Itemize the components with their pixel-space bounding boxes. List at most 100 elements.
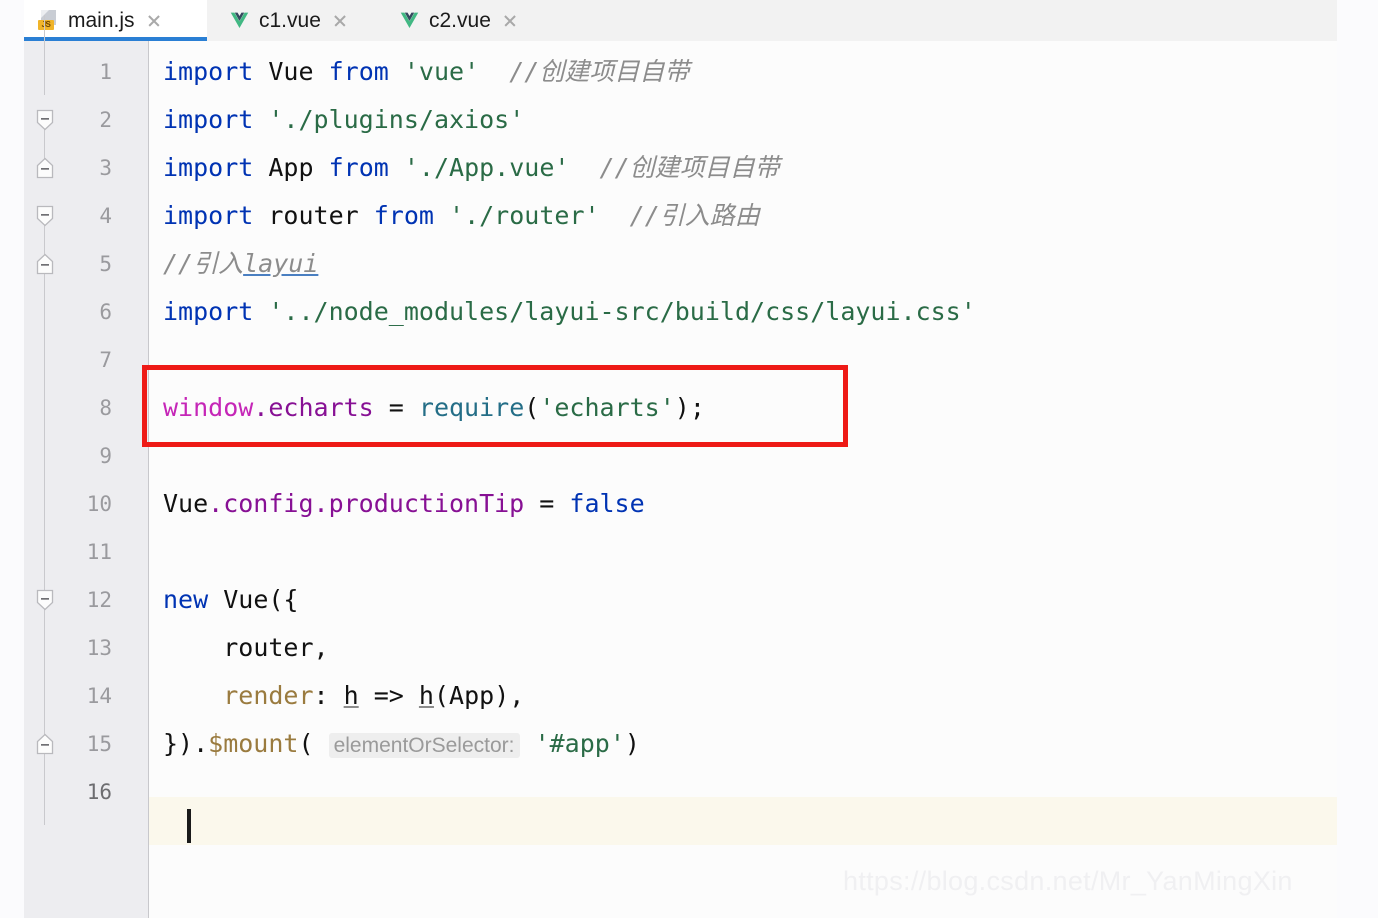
line-number: 11 bbox=[86, 540, 112, 564]
token-field: .echarts bbox=[253, 393, 374, 422]
line-number: 10 bbox=[86, 492, 112, 516]
fold-collapse-icon[interactable] bbox=[36, 205, 54, 227]
close-icon[interactable] bbox=[332, 13, 348, 29]
token-parameter: h bbox=[418, 681, 434, 710]
token-comment: //引入路由 bbox=[599, 201, 760, 230]
code-editor[interactable]: 1 2 3 4 5 6 7 8 9 10 11 12 13 14 15 16 i… bbox=[24, 15, 1337, 918]
token-comment: //创建项目自带 bbox=[569, 153, 780, 182]
code-line-5[interactable]: //引入layui bbox=[163, 240, 318, 288]
current-line-highlight bbox=[149, 797, 1337, 845]
token-identifier: router, bbox=[223, 633, 329, 662]
code-line-1[interactable]: import Vue from 'vue' //创建项目自带 bbox=[163, 48, 689, 96]
token-keyword: import bbox=[163, 105, 254, 134]
watermark-text: https://blog.csdn.net/Mr_YanMingXin bbox=[843, 866, 1293, 896]
parameter-hint: elementOrSelector: bbox=[328, 733, 520, 758]
tab-c2-vue[interactable]: c2.vue bbox=[385, 0, 555, 41]
token-keyword: import bbox=[163, 201, 254, 230]
token-keyword: from bbox=[373, 201, 434, 230]
token-field: .config.productionTip bbox=[208, 489, 525, 518]
tab-main-js[interactable]: JS main.js bbox=[24, 0, 207, 41]
editor-tab-bar: JS main.js c1.vue c2.vue bbox=[24, 0, 1337, 41]
token-operator: = bbox=[373, 393, 419, 422]
fold-expand-icon[interactable] bbox=[36, 157, 54, 179]
token-operator: = bbox=[524, 489, 570, 518]
code-line-3[interactable]: import App from './App.vue' //创建项目自带 bbox=[163, 144, 780, 192]
token-property: render bbox=[223, 681, 314, 710]
close-icon[interactable] bbox=[146, 13, 162, 29]
code-line-13[interactable]: router, bbox=[163, 624, 329, 672]
token-comment: //创建项目自带 bbox=[479, 57, 690, 86]
token-string: '#app' bbox=[534, 729, 625, 758]
token-function: require bbox=[418, 393, 525, 422]
token-punct: : bbox=[313, 681, 344, 710]
token-punct: ( bbox=[298, 729, 329, 758]
token-comment: //引入 bbox=[163, 249, 244, 278]
line-number: 1 bbox=[99, 60, 112, 84]
token-string: './router' bbox=[449, 201, 600, 230]
token-punct: (App), bbox=[433, 681, 525, 710]
token-global-object: window bbox=[163, 393, 254, 422]
code-line-4[interactable]: import router from './router' //引入路由 bbox=[163, 192, 760, 240]
line-number: 7 bbox=[99, 348, 112, 372]
tab-label: main.js bbox=[68, 8, 135, 32]
token-keyword: import bbox=[163, 153, 254, 182]
code-content-area[interactable]: import Vue from 'vue' //创建项目自带 import '.… bbox=[149, 41, 1337, 918]
token-identifier: Vue({ bbox=[223, 585, 299, 614]
token-string: 'vue' bbox=[403, 57, 480, 86]
token-identifier: Vue bbox=[268, 57, 314, 86]
token-string: '../node_modules/layui-src/build/css/lay… bbox=[268, 297, 976, 326]
token-parameter: h bbox=[343, 681, 359, 710]
token-punct: ) bbox=[624, 729, 640, 758]
js-file-icon: JS bbox=[38, 10, 59, 31]
token-keyword: import bbox=[163, 57, 254, 86]
token-method: $mount bbox=[208, 729, 299, 758]
token-keyword: import bbox=[163, 297, 254, 326]
token-keyword: false bbox=[569, 489, 645, 518]
token-comment-typo: layui bbox=[243, 249, 319, 278]
token-string: 'echarts' bbox=[539, 393, 675, 422]
token-punct: }). bbox=[163, 729, 209, 758]
tab-c1-vue[interactable]: c1.vue bbox=[215, 0, 385, 41]
code-line-2[interactable]: import './plugins/axios' bbox=[163, 96, 524, 144]
text-caret bbox=[187, 809, 191, 843]
code-line-12[interactable]: new Vue({ bbox=[163, 576, 298, 624]
fold-expand-icon[interactable] bbox=[36, 733, 54, 755]
line-number: 9 bbox=[99, 444, 112, 468]
line-number: 6 bbox=[99, 300, 112, 324]
token-identifier: App bbox=[268, 153, 314, 182]
close-icon[interactable] bbox=[502, 13, 518, 29]
token-keyword: from bbox=[328, 57, 389, 86]
code-line-10[interactable]: Vue.config.productionTip = false bbox=[163, 480, 645, 528]
fold-collapse-icon[interactable] bbox=[36, 589, 54, 611]
fold-guide-line bbox=[44, 15, 45, 95]
code-line-14[interactable]: render: h => h(App), bbox=[163, 672, 524, 720]
line-number-current: 16 bbox=[86, 780, 112, 804]
editor-gutter[interactable]: 1 2 3 4 5 6 7 8 9 10 11 12 13 14 15 16 bbox=[24, 15, 148, 918]
code-line-15[interactable]: }).$mount( elementOrSelector: '#app') bbox=[163, 720, 640, 768]
token-operator: => bbox=[358, 681, 419, 710]
code-line-8[interactable]: window.echarts = require('echarts'); bbox=[163, 384, 705, 432]
token-identifier: router bbox=[268, 201, 359, 230]
fold-collapse-icon[interactable] bbox=[36, 109, 54, 131]
fold-expand-icon[interactable] bbox=[36, 253, 54, 275]
tab-label: c2.vue bbox=[429, 8, 491, 32]
vue-file-icon bbox=[399, 10, 420, 31]
token-keyword: from bbox=[328, 153, 389, 182]
token-identifier: Vue bbox=[163, 489, 209, 518]
code-line-6[interactable]: import '../node_modules/layui-src/build/… bbox=[163, 288, 976, 336]
line-number: 8 bbox=[99, 396, 112, 420]
token-string: './plugins/axios' bbox=[268, 105, 525, 134]
